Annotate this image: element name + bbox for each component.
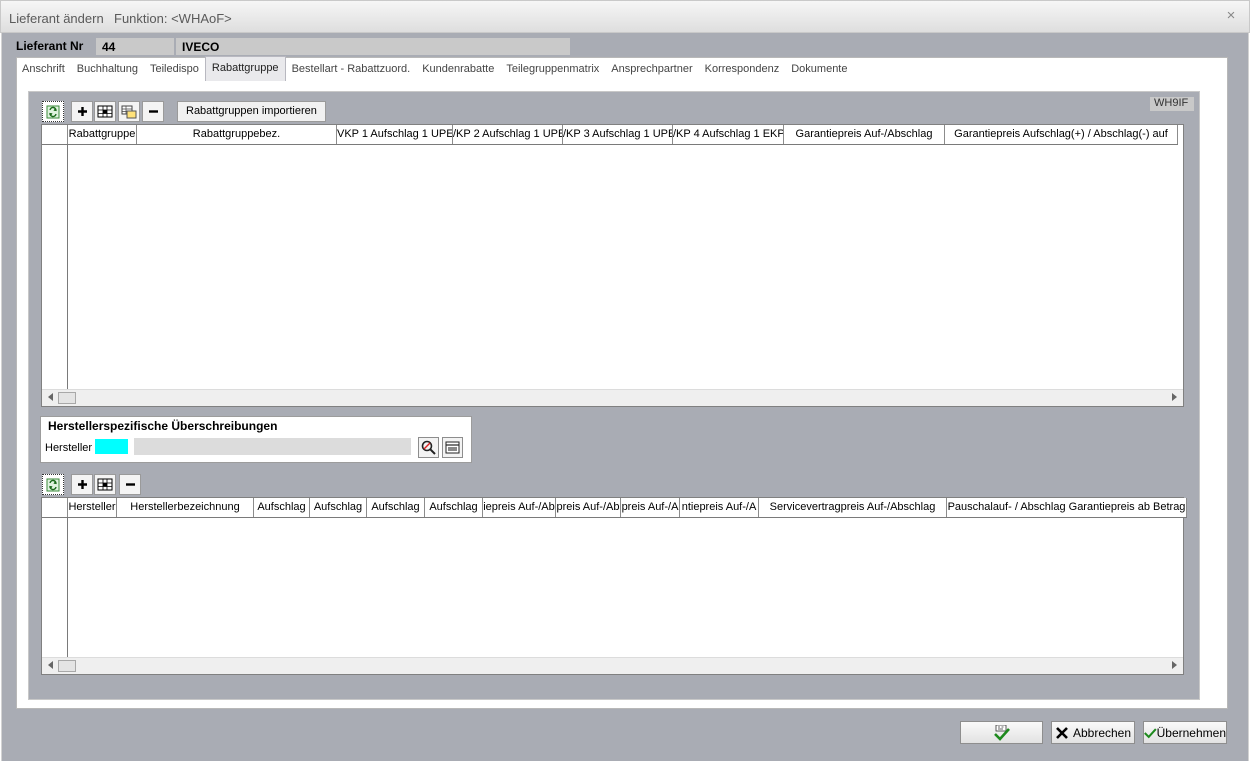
- ok-button[interactable]: [960, 721, 1043, 744]
- column-header[interactable]: Herstellerbezeichnung: [117, 498, 254, 517]
- close-icon[interactable]: ×: [1224, 8, 1238, 23]
- horizontal-scrollbar[interactable]: [42, 389, 1183, 406]
- uebernehmen-label: Übernehmen: [1156, 725, 1226, 740]
- scroll-right-icon[interactable]: [1172, 393, 1177, 401]
- add-button[interactable]: [71, 474, 93, 495]
- plus-icon: [77, 480, 87, 489]
- scroll-thumb[interactable]: [58, 392, 76, 404]
- column-header[interactable]: preis Auf-/A: [621, 498, 680, 517]
- scroll-left-icon[interactable]: [48, 393, 53, 401]
- hersteller-code-input[interactable]: [95, 439, 128, 454]
- column-header[interactable]: Aufschlag: [367, 498, 425, 517]
- add-button[interactable]: [71, 101, 93, 122]
- refresh-button[interactable]: [42, 101, 64, 122]
- plus-icon: [77, 107, 87, 116]
- column-header[interactable]: Hersteller: [68, 498, 117, 517]
- edit-grid-icon: [97, 478, 113, 491]
- lieferant-nr-label: Lieferant Nr: [16, 39, 84, 53]
- tab-anschrift[interactable]: Anschrift: [16, 58, 71, 80]
- grid-header: Hersteller Herstellerbezeichnung Aufschl…: [42, 498, 1187, 518]
- form-id-badge: WH9IF: [1150, 97, 1194, 111]
- minus-icon: [125, 483, 135, 486]
- minus-icon: [148, 110, 158, 113]
- search-icon: [421, 440, 436, 455]
- delete-button[interactable]: [119, 474, 141, 495]
- check-icon: [1144, 727, 1157, 738]
- scroll-right-icon[interactable]: [1172, 661, 1177, 669]
- grid-corner: [42, 498, 68, 517]
- column-header[interactable]: Rabattgruppebez.: [137, 125, 337, 144]
- lieferant-nr-field: 44: [96, 38, 174, 55]
- hersteller-search-button[interactable]: [418, 437, 439, 458]
- column-header[interactable]: iepreis Auf-/Ab: [483, 498, 556, 517]
- edit-button[interactable]: [94, 474, 116, 495]
- column-header[interactable]: Pauschalauf- / Abschlag Garantiepreis ab…: [947, 498, 1187, 517]
- copy-button[interactable]: [118, 101, 140, 122]
- x-icon: [1056, 726, 1068, 739]
- grid-row-indicator: [42, 498, 68, 657]
- hersteller-section-title: Herstellerspezifische Überschreibungen: [48, 419, 278, 433]
- lieferant-name-field: IVECO: [176, 38, 570, 55]
- tab-strip: Anschrift Buchhaltung Teiledispo Rabattg…: [16, 56, 854, 81]
- tab-buchhaltung[interactable]: Buchhaltung: [71, 58, 144, 80]
- scroll-thumb[interactable]: [58, 660, 76, 672]
- ok-check-icon: [993, 724, 1010, 741]
- tab-korrespondenz[interactable]: Korrespondenz: [699, 58, 786, 80]
- rabattgruppe-grid: Rabattgruppe Rabattgruppebez. VKP 1 Aufs…: [41, 124, 1184, 407]
- abbrechen-label: Abbrechen: [1072, 725, 1132, 740]
- grid-corner: [42, 125, 68, 144]
- column-header[interactable]: /KP 4 Aufschlag 1 EKP: [673, 125, 784, 144]
- window-function-label: Funktion: <WHAoF>: [114, 11, 232, 26]
- tab-teilegruppenmatrix[interactable]: Teilegruppenmatrix: [500, 58, 605, 80]
- copy-grid-icon: [121, 105, 137, 119]
- column-header[interactable]: Aufschlag: [425, 498, 483, 517]
- list-icon: [445, 441, 460, 454]
- tab-teiledispo[interactable]: Teiledispo: [144, 58, 205, 80]
- grid-header: Rabattgruppe Rabattgruppebez. VKP 1 Aufs…: [42, 125, 1178, 145]
- refresh-icon: [46, 105, 60, 118]
- horizontal-scrollbar[interactable]: [42, 657, 1183, 674]
- window-title: Lieferant ändern: [9, 11, 104, 26]
- column-header[interactable]: ntiepreis Auf-/A: [680, 498, 759, 517]
- edit-button[interactable]: [94, 101, 116, 122]
- rabattgruppen-importieren-button[interactable]: Rabattgruppen importieren: [177, 101, 326, 122]
- scroll-left-icon[interactable]: [48, 661, 53, 669]
- refresh-button[interactable]: [42, 474, 64, 495]
- refresh-icon: [46, 478, 60, 491]
- column-header[interactable]: Aufschlag: [254, 498, 310, 517]
- uebernehmen-button[interactable]: Übernehmen: [1143, 721, 1227, 744]
- tab-rabattgruppe[interactable]: Rabattgruppe: [204, 56, 286, 81]
- edit-grid-icon: [97, 105, 113, 118]
- tab-bestellart-rabattzuord[interactable]: Bestellart - Rabattzuord.: [286, 58, 417, 80]
- column-header[interactable]: /KP 3 Aufschlag 1 UPE: [563, 125, 673, 144]
- delete-button[interactable]: [142, 101, 164, 122]
- tab-dokumente[interactable]: Dokumente: [785, 58, 853, 80]
- column-header[interactable]: Servicevertragpreis Auf-/Abschlag: [759, 498, 947, 517]
- tab-ansprechpartner[interactable]: Ansprechpartner: [605, 58, 698, 80]
- abbrechen-button[interactable]: Abbrechen: [1051, 721, 1135, 744]
- hersteller-grid: Hersteller Herstellerbezeichnung Aufschl…: [41, 497, 1187, 675]
- grid-row-indicator: [42, 125, 68, 389]
- column-header[interactable]: Garantiepreis Auf-/Abschlag: [784, 125, 945, 144]
- column-header[interactable]: VKP 1 Aufschlag 1 UPE: [337, 125, 453, 144]
- column-header[interactable]: Aufschlag: [310, 498, 367, 517]
- column-header[interactable]: /KP 2 Aufschlag 1 UPE: [453, 125, 563, 144]
- column-header[interactable]: Rabattgruppe: [68, 125, 137, 144]
- hersteller-label: Hersteller: [45, 442, 93, 454]
- hersteller-list-button[interactable]: [442, 437, 463, 458]
- column-header[interactable]: preis Auf-/Ab: [556, 498, 621, 517]
- column-header[interactable]: Garantiepreis Aufschlag(+) / Abschlag(-)…: [945, 125, 1178, 144]
- hersteller-name-field: [134, 438, 411, 455]
- tab-kundenrabatte[interactable]: Kundenrabatte: [416, 58, 500, 80]
